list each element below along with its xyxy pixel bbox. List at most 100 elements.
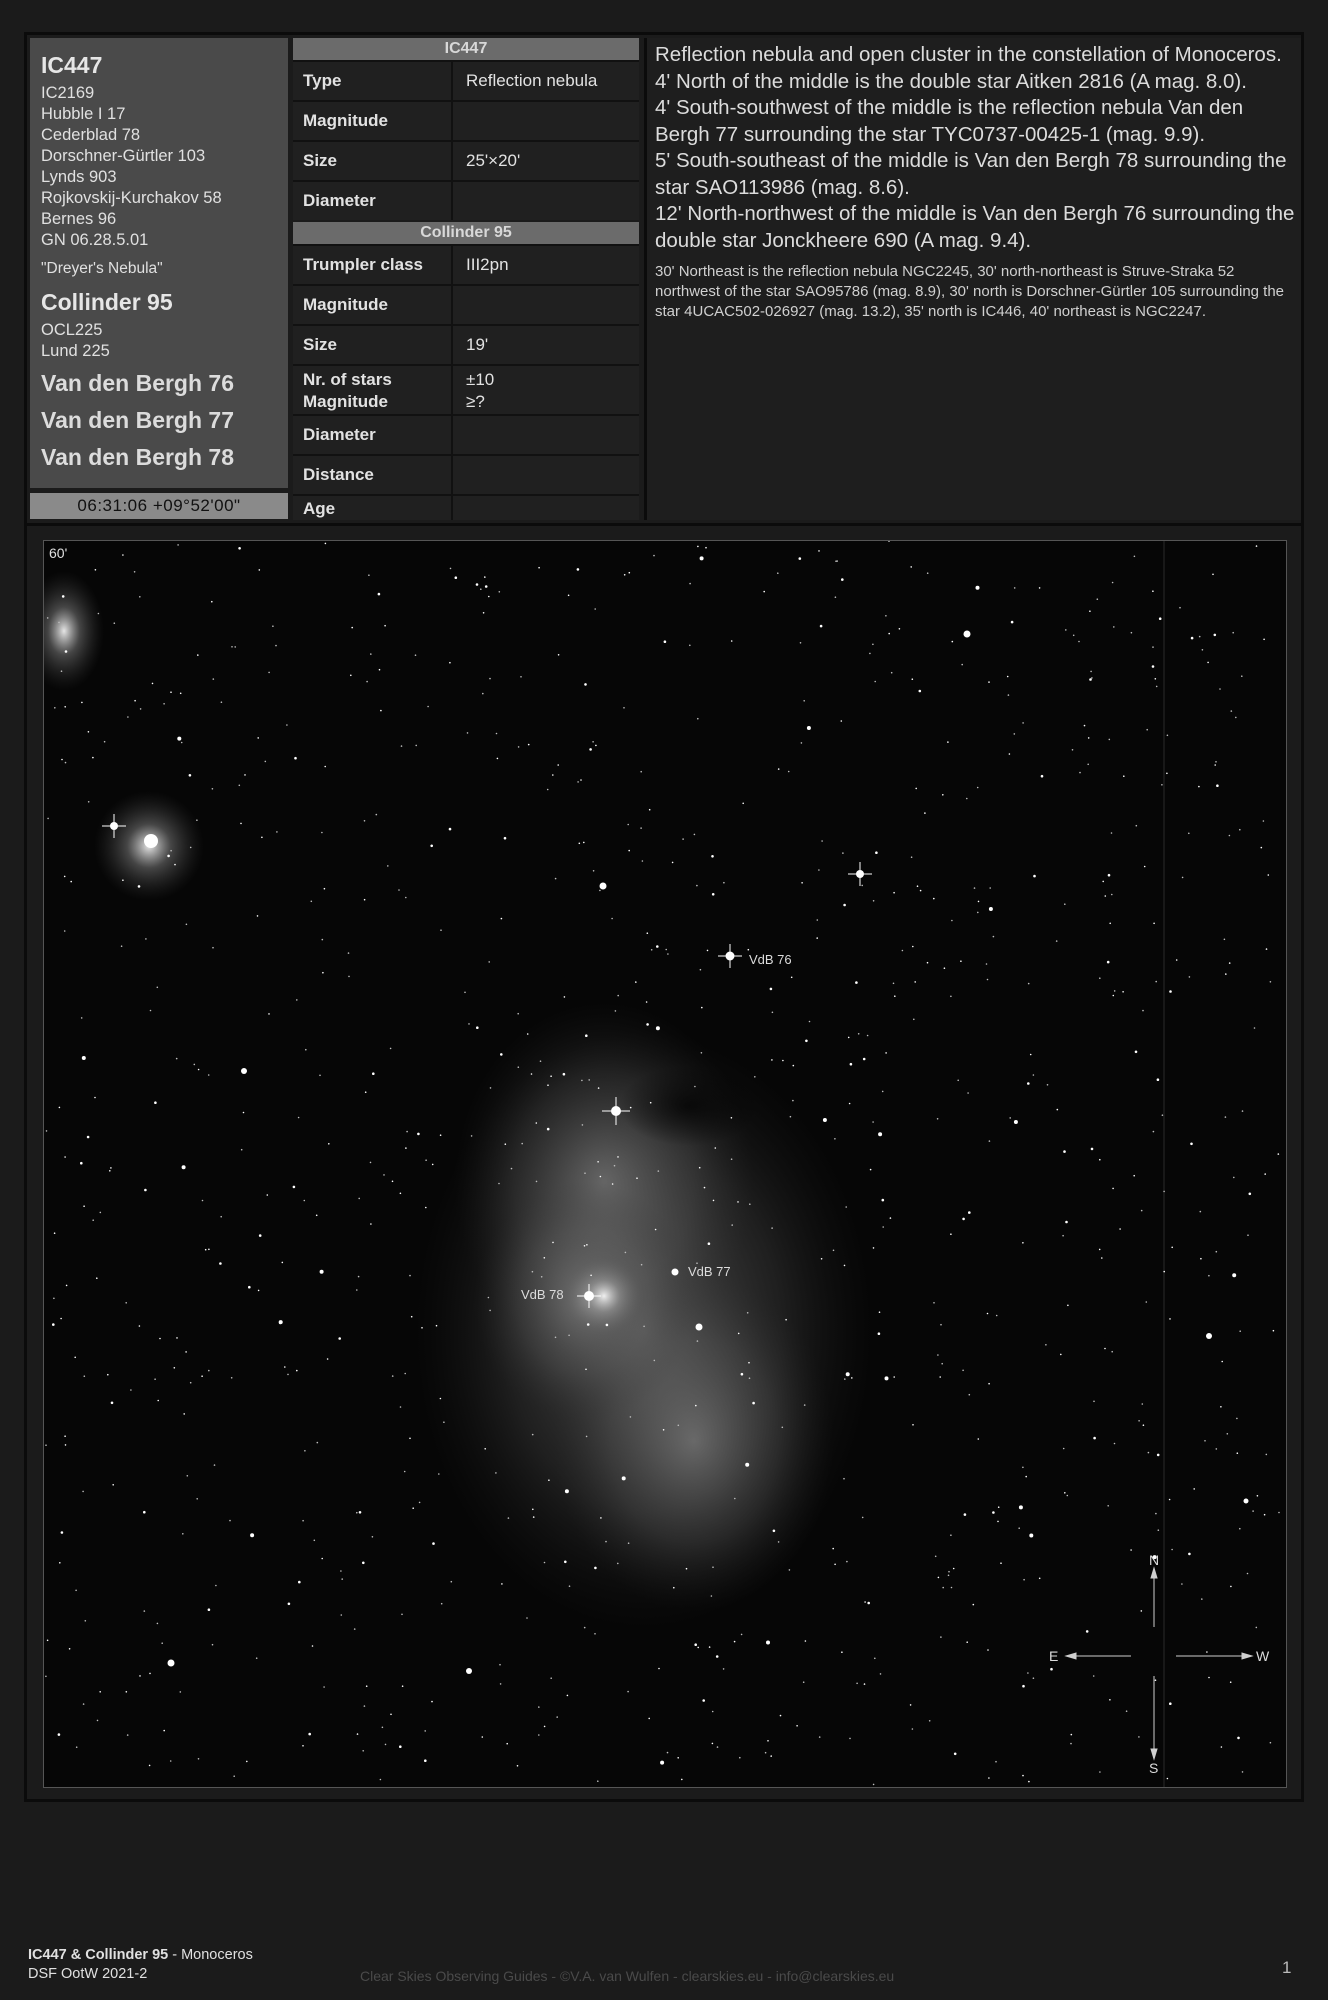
star bbox=[885, 615, 887, 617]
star bbox=[872, 900, 875, 902]
star bbox=[963, 1513, 967, 1516]
star bbox=[64, 1435, 66, 1437]
star bbox=[1171, 1246, 1173, 1249]
star bbox=[627, 1542, 630, 1544]
star bbox=[1269, 1741, 1272, 1744]
star bbox=[258, 1234, 262, 1237]
star bbox=[872, 643, 874, 646]
star bbox=[440, 1602, 443, 1605]
star bbox=[308, 1732, 312, 1736]
star bbox=[1009, 1117, 1011, 1119]
star bbox=[841, 1651, 843, 1653]
star bbox=[576, 568, 580, 571]
star bbox=[988, 681, 990, 683]
star bbox=[399, 1406, 402, 1408]
star bbox=[1090, 670, 1092, 673]
star bbox=[648, 1717, 650, 1720]
star bbox=[769, 987, 773, 991]
star bbox=[272, 625, 274, 627]
star bbox=[1109, 922, 1111, 925]
star bbox=[940, 1636, 942, 1638]
star bbox=[109, 1170, 111, 1172]
star bbox=[989, 887, 991, 889]
star bbox=[947, 741, 949, 743]
star bbox=[977, 1438, 980, 1440]
extra-object-name: Van den Bergh 78 bbox=[41, 444, 235, 470]
star bbox=[881, 1198, 885, 1202]
star bbox=[874, 680, 876, 683]
row-key-line: Nr. of stars bbox=[303, 370, 392, 389]
star bbox=[410, 1315, 413, 1318]
star bbox=[357, 1275, 360, 1278]
alt-name: Lund 225 bbox=[41, 342, 110, 360]
compass-south-label: S bbox=[1149, 1760, 1158, 1776]
star bbox=[145, 938, 147, 940]
star bbox=[552, 774, 554, 776]
star bbox=[1155, 685, 1158, 688]
star bbox=[197, 1758, 200, 1760]
star bbox=[1235, 716, 1237, 719]
star bbox=[398, 889, 400, 891]
star bbox=[973, 887, 976, 889]
star bbox=[1188, 1552, 1191, 1556]
star bbox=[517, 1066, 520, 1068]
footer-subtitle: DSF OotW 2021-2 bbox=[28, 1966, 148, 1982]
table-row: Magnitude bbox=[293, 284, 639, 324]
star bbox=[752, 1401, 755, 1405]
table-row: Size 25'×20' bbox=[293, 140, 639, 180]
star bbox=[641, 860, 644, 862]
star bbox=[864, 1601, 866, 1603]
star bbox=[1064, 903, 1066, 905]
star bbox=[1143, 865, 1146, 868]
star bbox=[706, 949, 709, 952]
star bbox=[1070, 1742, 1072, 1745]
star bbox=[1113, 990, 1116, 992]
star bbox=[120, 945, 123, 947]
star bbox=[643, 1325, 645, 1328]
star bbox=[933, 1302, 935, 1304]
star bbox=[1040, 774, 1044, 778]
star bbox=[947, 1574, 950, 1577]
star bbox=[86, 1135, 90, 1139]
star bbox=[170, 849, 172, 852]
star bbox=[438, 1473, 440, 1475]
star bbox=[321, 938, 324, 941]
star bbox=[127, 716, 129, 718]
description-paragraph: 12' North-northwest of the middle is Van… bbox=[655, 202, 1295, 252]
star bbox=[556, 1716, 558, 1718]
star bbox=[763, 590, 765, 593]
star bbox=[303, 1199, 306, 1202]
star bbox=[1200, 1257, 1202, 1260]
star bbox=[211, 1643, 214, 1646]
star bbox=[1236, 1417, 1238, 1420]
star bbox=[268, 671, 270, 674]
star bbox=[287, 1602, 291, 1606]
star bbox=[792, 1099, 794, 1102]
star bbox=[731, 1224, 733, 1226]
second-object-name: Collinder 95 bbox=[41, 289, 173, 315]
star bbox=[1155, 1512, 1157, 1515]
star bbox=[685, 1567, 688, 1570]
star bbox=[324, 765, 327, 768]
star bbox=[869, 652, 871, 655]
star bbox=[185, 923, 188, 926]
star bbox=[816, 919, 819, 921]
guide-frame: IC447 IC2169 Hubble I 17 Cederblad 78 Do… bbox=[24, 32, 1304, 1802]
star bbox=[391, 1180, 394, 1183]
star bbox=[81, 701, 83, 704]
star bbox=[439, 1397, 442, 1400]
star bbox=[649, 1101, 652, 1104]
star bbox=[987, 1649, 989, 1651]
star bbox=[1188, 976, 1191, 978]
star bbox=[948, 1570, 950, 1573]
star bbox=[914, 981, 916, 983]
star bbox=[348, 975, 350, 978]
star bbox=[611, 1183, 614, 1185]
star bbox=[857, 1033, 860, 1035]
star bbox=[967, 1092, 969, 1094]
star bbox=[653, 1359, 656, 1362]
star bbox=[840, 720, 843, 722]
star bbox=[338, 1337, 342, 1340]
star bbox=[310, 900, 313, 903]
star bbox=[689, 582, 691, 585]
